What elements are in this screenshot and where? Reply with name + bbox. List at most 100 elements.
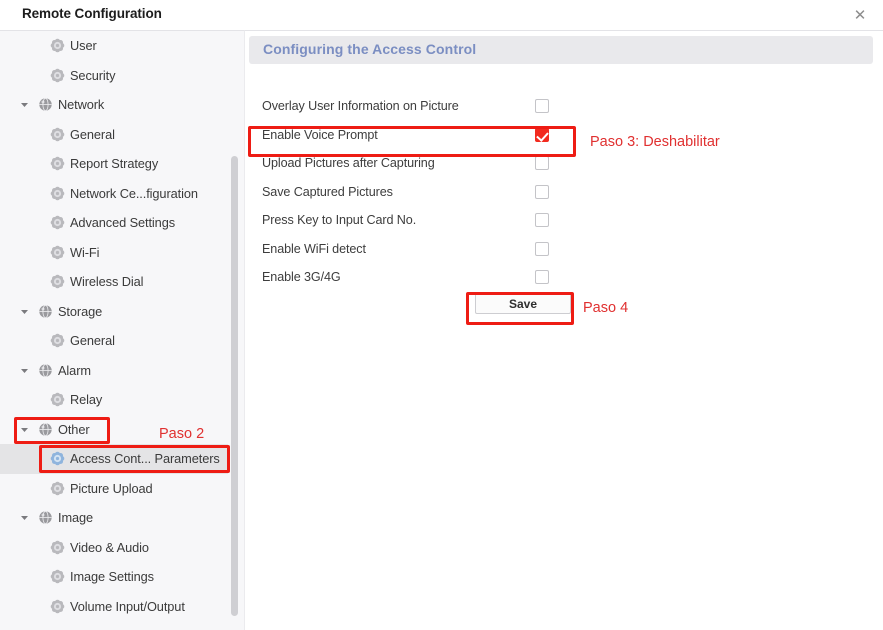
flower-gear-icon-active xyxy=(50,451,65,466)
flower-gear-icon xyxy=(50,481,65,496)
globe-icon xyxy=(38,510,53,525)
option-row: Upload Pictures after Capturing xyxy=(245,150,883,179)
sidebar-item-label: Advanced Settings xyxy=(70,215,176,231)
flower-gear-icon xyxy=(50,245,65,260)
save-row: Save xyxy=(245,293,883,323)
option-row: Overlay User Information on Picture xyxy=(245,93,883,122)
save-button[interactable]: Save xyxy=(475,293,571,314)
option-row: Save Captured Pictures xyxy=(245,179,883,208)
sidebar-item-advanced-settings[interactable]: Advanced Settings xyxy=(0,208,228,238)
sidebar-item-network[interactable]: Network xyxy=(0,90,228,120)
title-bar: Remote Configuration ✕ xyxy=(0,0,883,30)
option-row: Enable WiFi detect xyxy=(245,236,883,265)
option-label: Enable Voice Prompt xyxy=(262,127,378,142)
sidebar-item-storage[interactable]: Storage xyxy=(0,297,228,327)
option-label: Enable WiFi detect xyxy=(262,241,366,256)
option-row: Enable Voice Prompt xyxy=(245,122,883,151)
window-title: Remote Configuration xyxy=(22,6,162,21)
sidebar-item-label: Relay xyxy=(70,392,103,408)
globe-icon xyxy=(38,422,53,437)
sidebar-item-label: Image Settings xyxy=(70,569,154,585)
flower-gear-icon xyxy=(50,599,65,614)
sidebar-item-label: Video & Audio xyxy=(70,539,149,555)
sidebar-item-label: Picture Upload xyxy=(70,480,153,496)
sidebar-item-report-strategy[interactable]: Report Strategy xyxy=(0,149,228,179)
globe-icon xyxy=(38,97,53,112)
flower-gear-icon xyxy=(50,127,65,142)
annotation-step2-label: Paso 2 xyxy=(159,426,205,442)
sidebar-item-label: Wireless Dial xyxy=(70,274,144,290)
sidebar-item-relay[interactable]: Relay xyxy=(0,385,228,415)
sidebar-item-label: User xyxy=(70,38,97,54)
sidebar-item-network-ce-figuration[interactable]: Network Ce...figuration xyxy=(0,179,228,209)
sidebar-item-label: Wi-Fi xyxy=(70,244,100,260)
sidebar-item-volume-input-output[interactable]: Volume Input/Output xyxy=(0,592,228,622)
flower-gear-icon xyxy=(50,333,65,348)
sidebar-item-general[interactable]: General xyxy=(0,326,228,356)
page-title: Configuring the Access Control xyxy=(263,41,477,57)
option-row: Enable 3G/4G xyxy=(245,264,883,293)
checkbox-enable-3g-4g[interactable] xyxy=(535,270,549,284)
sidebar: User Security Network General Report Strateg… xyxy=(0,30,244,630)
sidebar-item-label: General xyxy=(70,126,115,142)
sidebar-item-picture-upload[interactable]: Picture Upload xyxy=(0,474,228,504)
sidebar-item-wi-fi[interactable]: Wi-Fi xyxy=(0,238,228,268)
checkbox-upload-pictures-after-capturing[interactable] xyxy=(535,156,549,170)
flower-gear-icon xyxy=(50,569,65,584)
option-label: Press Key to Input Card No. xyxy=(262,213,417,227)
chevron-down-icon[interactable] xyxy=(19,306,30,317)
option-label: Upload Pictures after Capturing xyxy=(262,156,435,170)
annotation-step3-label: Paso 3: Deshabilitar xyxy=(590,134,720,150)
sidebar-item-label: Network xyxy=(58,97,105,113)
sidebar-item-alarm[interactable]: Alarm xyxy=(0,356,228,386)
chevron-down-icon[interactable] xyxy=(19,424,30,435)
sidebar-item-label: Alarm xyxy=(58,362,91,378)
checkbox-save-captured-pictures[interactable] xyxy=(535,184,549,199)
flower-gear-icon xyxy=(50,215,65,230)
globe-icon xyxy=(38,363,53,378)
panel-header: Configuring the Access Control xyxy=(249,36,873,64)
flower-gear-icon xyxy=(50,274,65,289)
sidebar-item-image[interactable]: Image xyxy=(0,503,228,533)
remote-configuration-dialog: Remote Configuration ✕ User Security Netwo… xyxy=(0,0,883,630)
close-icon[interactable]: ✕ xyxy=(847,3,873,27)
sidebar-item-video-audio[interactable]: Video & Audio xyxy=(0,533,228,563)
checkbox-enable-voice-prompt[interactable] xyxy=(535,127,549,142)
checkbox-press-key-to-input-card-no[interactable] xyxy=(535,213,549,227)
navigation-tree: User Security Network General Report Strateg… xyxy=(0,31,228,621)
chevron-down-icon[interactable] xyxy=(19,512,30,523)
globe-icon xyxy=(38,304,53,319)
flower-gear-icon xyxy=(50,38,65,53)
sidebar-item-access-cont-parameters[interactable]: Access Cont... Parameters xyxy=(0,444,228,474)
sidebar-item-wireless-dial[interactable]: Wireless Dial xyxy=(0,267,228,297)
flower-gear-icon xyxy=(50,186,65,201)
flower-gear-icon xyxy=(50,68,65,83)
sidebar-item-label: Report Strategy xyxy=(70,156,159,172)
sidebar-item-general[interactable]: General xyxy=(0,120,228,150)
sidebar-scrollbar-thumb[interactable] xyxy=(231,156,238,616)
chevron-down-icon[interactable] xyxy=(19,99,30,110)
sidebar-item-security[interactable]: Security xyxy=(0,61,228,91)
flower-gear-icon xyxy=(50,156,65,171)
chevron-down-icon[interactable] xyxy=(19,365,30,376)
checkbox-enable-wifi-detect[interactable] xyxy=(535,241,549,256)
sidebar-item-label: General xyxy=(70,333,115,349)
option-label: Overlay User Information on Picture xyxy=(262,99,459,113)
sidebar-item-label: Network Ce...figuration xyxy=(70,185,198,201)
sidebar-item-label: Image xyxy=(58,510,94,526)
sidebar-item-label: Other xyxy=(58,421,90,437)
sidebar-item-label: Security xyxy=(70,67,116,83)
sidebar-item-label: Storage xyxy=(58,303,103,319)
sidebar-item-label: Access Cont... Parameters xyxy=(70,451,220,467)
option-row: Press Key to Input Card No. xyxy=(245,207,883,236)
flower-gear-icon xyxy=(50,392,65,407)
option-label: Save Captured Pictures xyxy=(262,184,393,199)
sidebar-item-user[interactable]: User xyxy=(0,31,228,61)
option-label: Enable 3G/4G xyxy=(262,270,341,284)
checkbox-overlay-user-information-on-picture[interactable] xyxy=(535,99,549,113)
flower-gear-icon xyxy=(50,540,65,555)
sidebar-item-image-settings[interactable]: Image Settings xyxy=(0,562,228,592)
content-panel: Configuring the Access Control Overlay U… xyxy=(244,30,883,630)
annotation-step4-label: Paso 4 xyxy=(583,300,629,316)
sidebar-item-label: Volume Input/Output xyxy=(70,598,185,614)
